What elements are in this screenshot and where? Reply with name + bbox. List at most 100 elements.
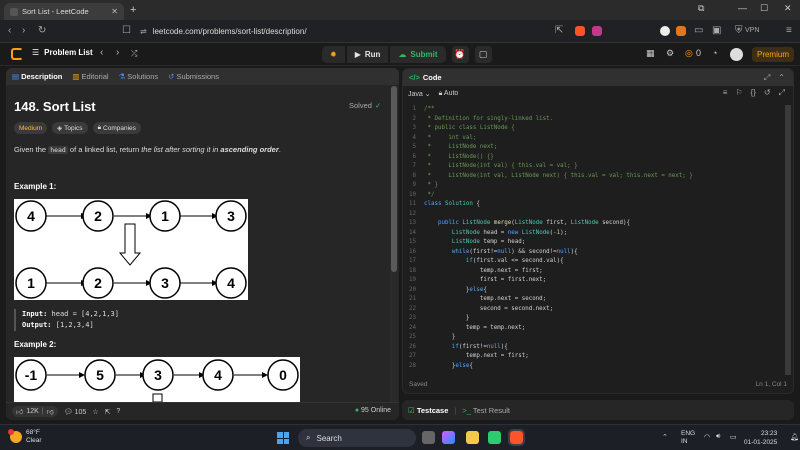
clock[interactable]: 23:23 01-01-2025 — [744, 429, 777, 447]
code-line[interactable]: 9 * } — [403, 181, 793, 191]
code-line[interactable]: 14 ListNode head = new ListNode(-1); — [403, 229, 793, 239]
tab-test-result[interactable]: >_ Test Result — [462, 406, 510, 415]
shuffle-icon[interactable]: ⤮ — [131, 49, 137, 59]
scrollbar-thumb[interactable] — [391, 86, 397, 272]
notes-button[interactable]: ▢ — [474, 46, 492, 63]
code-editor[interactable]: 1 /** 2 * Definition for singly-linked lis… — [403, 105, 793, 373]
code-line[interactable]: 3 * public class ListNode { — [403, 124, 793, 134]
code-line[interactable]: 16 while(first!=null) && second!=null){ — [403, 248, 793, 258]
companies-chip[interactable]: 🔒︎ Companies — [92, 122, 141, 134]
vpn-icon[interactable]: ⛨ — [735, 25, 743, 36]
new-tab-icon[interactable]: + — [130, 4, 136, 16]
language-indicator[interactable]: ENG IN — [681, 430, 695, 446]
debug-button[interactable]: ✹ — [322, 46, 345, 63]
code-line[interactable]: 4 * int val; — [403, 134, 793, 144]
forward-icon[interactable]: › — [22, 25, 25, 36]
close-tab-icon[interactable]: ✕ — [111, 7, 118, 16]
notification-icon[interactable]: ◔ — [712, 48, 717, 58]
code-line[interactable]: 26 if(first!=null){ — [403, 343, 793, 353]
code-line[interactable]: 6 * ListNode() {} — [403, 153, 793, 163]
file-explorer-icon[interactable] — [466, 431, 479, 444]
brave-shield-icon[interactable] — [575, 26, 585, 36]
code-line[interactable]: 8 * ListNode(int val, ListNode next) { t… — [403, 172, 793, 182]
volume-icon[interactable]: 🔊︎ — [716, 433, 720, 441]
code-line[interactable]: 22 second = second.next; — [403, 305, 793, 315]
wallet-icon[interactable]: ▣ — [712, 25, 721, 36]
site-info-icon[interactable]: ⇌ — [140, 27, 147, 36]
description-scrollbar[interactable] — [390, 86, 398, 404]
help-icon[interactable]: ? — [116, 408, 120, 415]
format-icon[interactable]: ≡ — [723, 88, 728, 98]
url-field[interactable]: ⇌ leetcode.com/problems/sort-list/descri… — [140, 24, 460, 39]
vpn-label[interactable]: VPN — [745, 27, 759, 34]
collapse-icon[interactable]: ⌃ — [778, 73, 785, 83]
reset-icon[interactable]: ↺ — [764, 88, 771, 98]
weather-widget[interactable]: 68°F Clear — [8, 429, 42, 445]
code-line[interactable]: 18 temp.next = first; — [403, 267, 793, 277]
reload-icon[interactable]: ↻ — [38, 25, 46, 36]
expand-icon[interactable]: ⤢ — [764, 73, 770, 83]
search-box[interactable]: ⌕ Search — [298, 429, 416, 447]
auto-mode[interactable]: 🔒︎ Auto — [439, 90, 459, 98]
thumbs-down-icon[interactable]: 👎︎ — [47, 407, 54, 416]
code-line[interactable]: 10 */ — [403, 191, 793, 201]
leetcode-logo-icon[interactable] — [11, 48, 23, 60]
share-icon[interactable]: ⇱ — [105, 408, 111, 416]
code-line[interactable]: 28 }else{ — [403, 362, 793, 372]
scrollbar-thumb[interactable] — [785, 105, 791, 375]
copilot-icon[interactable] — [442, 431, 455, 444]
fullscreen-icon[interactable]: ⤢ — [779, 88, 785, 98]
maximize-icon[interactable]: ☐ — [760, 3, 768, 14]
sidebar-icon[interactable]: ▭ — [694, 25, 703, 36]
tab-editorial[interactable]: ▥ Editorial — [72, 72, 108, 81]
tab-solutions[interactable]: ⚗ Solutions — [119, 72, 159, 81]
coin-icon[interactable]: ◎ — [685, 48, 693, 59]
topics-chip[interactable]: ◈ Topics — [52, 122, 88, 134]
code-line[interactable]: 17 if(first.val <= second.val){ — [403, 257, 793, 267]
task-view-icon[interactable] — [422, 431, 435, 444]
menu-icon[interactable]: ≡ — [786, 25, 792, 36]
code-line[interactable]: 11 class Solution { — [403, 200, 793, 210]
battery-icon[interactable]: ▭ — [730, 433, 737, 441]
timer-button[interactable]: ⏰ — [451, 46, 469, 63]
close-window-icon[interactable]: ✕ — [784, 3, 792, 14]
code-tab[interactable]: </> Code — [403, 69, 793, 86]
problem-list-link[interactable]: ☰ Problem List — [32, 48, 93, 57]
next-problem-icon[interactable]: › — [116, 47, 119, 58]
tab-submissions[interactable]: ↺ Submissions — [168, 72, 219, 81]
tab-testcase[interactable]: ☑ Testcase — [408, 406, 448, 415]
code-scrollbar[interactable] — [785, 105, 791, 375]
code-line[interactable]: 19 first = first.next; — [403, 276, 793, 286]
run-button[interactable]: ▶ Run — [346, 46, 389, 63]
comments-button[interactable]: 💬︎ 105 — [64, 408, 87, 416]
code-line[interactable]: 25 } — [403, 333, 793, 343]
code-line[interactable]: 7 * ListNode(int val) { this.val = val; … — [403, 162, 793, 172]
settings-icon[interactable]: ⚙ — [666, 48, 674, 59]
bookmark-icon[interactable]: ⚐ — [735, 88, 742, 98]
profile-extension-icon[interactable] — [660, 26, 670, 36]
store-icon[interactable] — [488, 431, 501, 444]
tray-overflow-icon[interactable]: ⌃ — [662, 433, 668, 441]
code-line[interactable]: 5 * ListNode next; — [403, 143, 793, 153]
tab-description[interactable]: ▤ Description — [12, 72, 62, 81]
avatar[interactable] — [730, 48, 743, 61]
start-icon[interactable] — [277, 432, 289, 444]
prev-problem-icon[interactable]: ‹ — [100, 47, 103, 58]
back-icon[interactable]: ‹ — [8, 25, 11, 36]
bookmark-icon[interactable]: ☐ — [122, 25, 131, 36]
metamask-icon[interactable] — [676, 26, 686, 36]
notification-bell-icon[interactable]: 🔔︎ — [790, 433, 799, 441]
browser-tab[interactable]: Sort List - LeetCode ✕ — [4, 3, 124, 20]
code-line[interactable]: 20 }else{ — [403, 286, 793, 296]
rewards-icon[interactable] — [592, 26, 602, 36]
code-line[interactable]: 13 public ListNode merge(ListNode first,… — [403, 219, 793, 229]
submit-button[interactable]: ☁ Submit — [390, 46, 446, 63]
favorite-icon[interactable]: ☆ — [92, 408, 98, 416]
wifi-icon[interactable]: ◠ — [704, 433, 710, 441]
layout-icon[interactable]: ▦ — [646, 48, 655, 59]
code-line[interactable]: 15 ListNode temp = head; — [403, 238, 793, 248]
braces-icon[interactable]: {} — [751, 88, 756, 98]
brave-taskbar-icon[interactable] — [508, 429, 525, 446]
difficulty-chip[interactable]: Medium — [14, 122, 48, 134]
code-line[interactable]: 1 /** — [403, 105, 793, 115]
